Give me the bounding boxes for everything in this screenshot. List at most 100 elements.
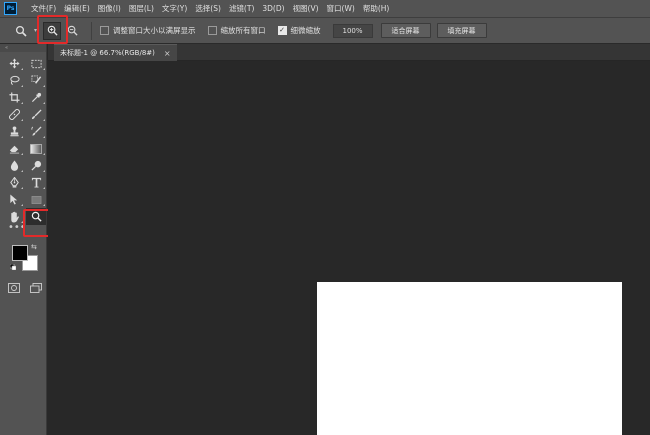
- document-canvas[interactable]: [317, 282, 622, 435]
- eyedropper-tool[interactable]: [26, 89, 46, 106]
- document-tab-title: 未标题-1 @ 66.7%(RGB/8#): [60, 49, 155, 57]
- move-icon: [8, 58, 20, 69]
- brush-tool[interactable]: [26, 106, 46, 123]
- hand-icon: [10, 211, 19, 222]
- lasso-icon: [9, 75, 20, 86]
- gradient-tool[interactable]: [26, 140, 46, 157]
- zoom-tool[interactable]: [26, 208, 46, 225]
- submenu-corner: [21, 136, 23, 138]
- history-brush-tool[interactable]: [26, 123, 46, 140]
- submenu-corner: [43, 136, 45, 138]
- menu-type[interactable]: 文字(Y): [162, 3, 187, 14]
- gradient-icon: [30, 143, 42, 154]
- submenu-corner: [43, 153, 45, 155]
- zoom-out-icon: [67, 25, 78, 36]
- menu-help[interactable]: 帮助(H): [363, 3, 390, 14]
- submenu-corner: [43, 85, 45, 87]
- menu-filter[interactable]: 滤镜(T): [229, 3, 254, 14]
- zoom-all-windows-label: 缩放所有窗口: [220, 26, 266, 35]
- menu-image[interactable]: 图像(I): [98, 3, 121, 14]
- path-selection-tool[interactable]: [4, 191, 24, 208]
- photoshop-logo: Ps: [4, 2, 17, 15]
- scrubby-zoom-checkbox[interactable]: ✓: [277, 26, 287, 35]
- color-swatches: ⇆: [10, 243, 46, 277]
- submenu-corner: [21, 153, 23, 155]
- menu-view[interactable]: 视图(V): [293, 3, 319, 14]
- dodge-icon: [30, 160, 41, 171]
- submenu-corner: [21, 102, 23, 104]
- history-brush-icon: [30, 126, 42, 136]
- canvas-workspace[interactable]: [48, 62, 650, 435]
- eraser-tool[interactable]: [4, 140, 24, 157]
- submenu-corner: [21, 68, 23, 70]
- healing-brush-tool[interactable]: [4, 106, 24, 123]
- resize-windows-checkbox[interactable]: [100, 26, 110, 35]
- document-tab-bar: 未标题-1 @ 66.7%(RGB/8#) ×: [48, 44, 650, 61]
- submenu-corner: [43, 170, 45, 172]
- bandage-icon: [8, 109, 20, 120]
- chevron-down-icon[interactable]: ▾: [34, 27, 37, 34]
- quick-selection-icon: [31, 75, 41, 84]
- submenu-corner: [43, 204, 45, 206]
- type-icon: [31, 177, 41, 188]
- rectangle-tool[interactable]: [26, 191, 46, 208]
- mode-buttons: [0, 277, 46, 293]
- zoom-icon: [15, 25, 27, 37]
- arrow-cursor-icon: [10, 194, 18, 205]
- zoom-in-button[interactable]: [43, 21, 62, 40]
- fit-screen-button[interactable]: 适合屏幕: [380, 23, 431, 38]
- rectangle-shape-icon: [31, 195, 41, 204]
- edit-toolbar-button[interactable]: •••: [0, 223, 46, 235]
- zoom-percent-field[interactable]: 100%: [332, 23, 373, 38]
- tool-preset-picker[interactable]: [8, 20, 34, 42]
- menu-select[interactable]: 选择(S): [195, 3, 221, 14]
- zoom-in-icon: [47, 25, 58, 36]
- zoom-out-button[interactable]: [63, 22, 81, 40]
- menu-edit[interactable]: 编辑(E): [64, 3, 90, 14]
- menu-layer[interactable]: 图层(L): [129, 3, 154, 14]
- crop-icon: [8, 92, 20, 103]
- screen-mode-icon[interactable]: [30, 283, 42, 293]
- crop-tool[interactable]: [4, 89, 24, 106]
- resize-windows-label: 调整窗口大小以满屏显示: [113, 26, 196, 35]
- blur-drop-icon: [10, 160, 18, 171]
- submenu-corner: [21, 204, 23, 206]
- submenu-corner: [21, 85, 23, 87]
- submenu-corner: [43, 119, 45, 121]
- type-tool[interactable]: [26, 174, 46, 191]
- clone-stamp-tool[interactable]: [4, 123, 24, 140]
- tool-grid: [0, 52, 46, 225]
- options-bar: ▾ 调整窗口大小以满屏显示 缩放所有窗口 ✓ 细微缩放 100% 适合屏幕 填充…: [0, 17, 650, 44]
- rectangle-marquee-icon: [30, 59, 42, 68]
- dodge-tool[interactable]: [26, 157, 46, 174]
- blur-tool[interactable]: [4, 157, 24, 174]
- pen-tool[interactable]: [4, 174, 24, 191]
- quick-mask-icon[interactable]: [8, 283, 20, 293]
- submenu-corner: [43, 187, 45, 189]
- close-icon[interactable]: ×: [164, 49, 171, 58]
- default-colors-icon[interactable]: [10, 264, 16, 270]
- foreground-color-swatch[interactable]: [12, 245, 28, 261]
- quick-selection-tool[interactable]: [26, 72, 46, 89]
- submenu-corner: [43, 68, 45, 70]
- document-tab[interactable]: 未标题-1 @ 66.7%(RGB/8#) ×: [54, 44, 177, 61]
- fill-screen-button[interactable]: 填充屏幕: [436, 23, 487, 38]
- stamp-icon: [9, 126, 19, 137]
- submenu-corner: [43, 102, 45, 104]
- eraser-icon: [9, 145, 19, 154]
- submenu-corner: [21, 187, 23, 189]
- menu-file[interactable]: 文件(F): [31, 3, 56, 14]
- panel-collapse-handle[interactable]: «: [0, 44, 46, 52]
- lasso-tool[interactable]: [4, 72, 24, 89]
- hand-tool[interactable]: [4, 208, 24, 225]
- submenu-corner: [21, 170, 23, 172]
- menu-window[interactable]: 窗口(W): [327, 3, 355, 14]
- zoom-icon: [31, 211, 42, 222]
- zoom-all-windows-checkbox[interactable]: [207, 26, 217, 35]
- move-tool[interactable]: [4, 55, 24, 72]
- swap-colors-icon[interactable]: ⇆: [31, 243, 37, 251]
- marquee-tool[interactable]: [26, 55, 46, 72]
- menu-3d[interactable]: 3D(D): [262, 4, 284, 13]
- pen-icon: [9, 177, 19, 188]
- brush-icon: [31, 109, 42, 120]
